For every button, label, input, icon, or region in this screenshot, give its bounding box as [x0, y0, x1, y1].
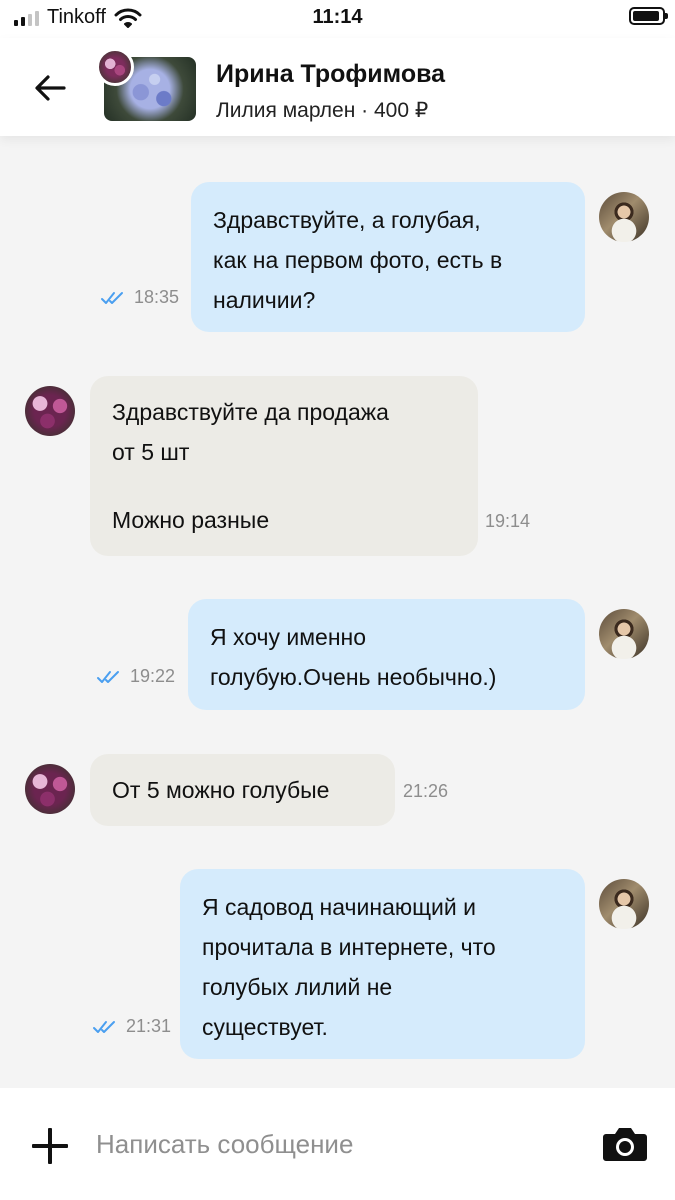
camera-icon[interactable]	[602, 1126, 648, 1162]
message-line: голубую.Очень необычно.)	[210, 664, 497, 690]
message-time: 21:31	[126, 1016, 172, 1036]
contact-avatar[interactable]	[25, 764, 75, 814]
contact-name[interactable]: Ирина Трофимова	[216, 60, 445, 89]
contact-avatar[interactable]	[25, 386, 75, 436]
status-bar: Tinkoff 11:14	[0, 0, 675, 38]
seller-avatar	[96, 48, 134, 86]
double-check-icon	[101, 291, 123, 304]
message-line: голубых лилий не	[202, 974, 393, 1000]
message-meta: 19:14	[485, 511, 530, 532]
my-avatar	[599, 609, 649, 659]
message-line: существует.	[202, 1014, 328, 1040]
message-line: Я хочу именно	[210, 624, 367, 650]
message-line: наличии?	[213, 287, 316, 313]
back-arrow-icon[interactable]	[30, 68, 70, 108]
message-line: Здравствуйте, а голубая,	[213, 207, 481, 233]
message-time: 18:35	[134, 287, 180, 307]
message-meta: 19:22	[96, 666, 175, 687]
message-bubble[interactable]: От 5 можно голубые	[90, 754, 395, 826]
message-line: как на первом фото, есть в	[213, 247, 503, 273]
message-input[interactable]	[96, 1124, 566, 1164]
message-bubble[interactable]: Здравствуйте да продажа от 5 шт Можно ра…	[90, 376, 478, 556]
message-time: 21:26	[403, 781, 449, 801]
my-avatar	[599, 879, 649, 929]
double-check-icon	[93, 1020, 115, 1033]
message-bubble[interactable]: Здравствуйте, а голубая, как на первом ф…	[191, 182, 585, 332]
message-composer	[0, 1088, 675, 1200]
double-check-icon	[97, 670, 119, 683]
message-meta: 18:35	[100, 287, 179, 308]
message-list[interactable]: 18:35 Здравствуйте, а голубая, как на пе…	[0, 136, 675, 1088]
message-line: от 5 шт	[112, 439, 190, 465]
message-bubble[interactable]: Я хочу именно голубую.Очень необычно.)	[188, 599, 585, 710]
battery-icon	[629, 7, 668, 25]
message-line-break	[112, 472, 456, 500]
message-line: прочитала в интернете, что	[202, 934, 496, 960]
attach-plus-icon[interactable]	[32, 1128, 68, 1164]
message-bubble[interactable]: Я садовод начинающий и прочитала в интер…	[180, 869, 585, 1059]
message-line: От 5 можно голубые	[112, 777, 330, 803]
message-meta: 21:31	[92, 1016, 171, 1037]
my-avatar	[599, 192, 649, 242]
message-line: Я садовод начинающий и	[202, 894, 476, 920]
message-line: Можно разные	[112, 507, 270, 533]
listing-title-price[interactable]: Лилия марлен · 400 ₽	[216, 98, 428, 123]
chat-header: Ирина Трофимова Лилия марлен · 400 ₽	[0, 38, 675, 136]
message-line: Здравствуйте да продажа	[112, 399, 389, 425]
status-time: 11:14	[312, 6, 363, 28]
message-time: 19:22	[130, 666, 176, 686]
message-meta: 21:26	[403, 781, 448, 802]
message-time: 19:14	[485, 511, 531, 531]
